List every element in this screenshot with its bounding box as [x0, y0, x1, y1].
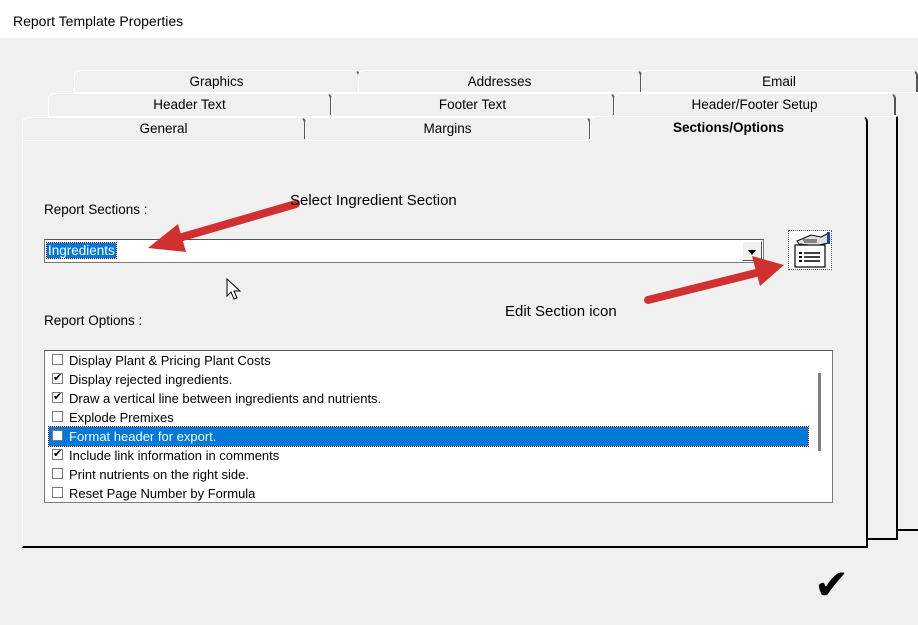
- mouse-pointer-icon: [226, 278, 242, 300]
- annotation-arrows: [148, 200, 784, 304]
- annotation-select-ingredient: Select Ingredient Section: [290, 192, 457, 209]
- annotation-edit-section: Edit Section icon: [505, 303, 617, 320]
